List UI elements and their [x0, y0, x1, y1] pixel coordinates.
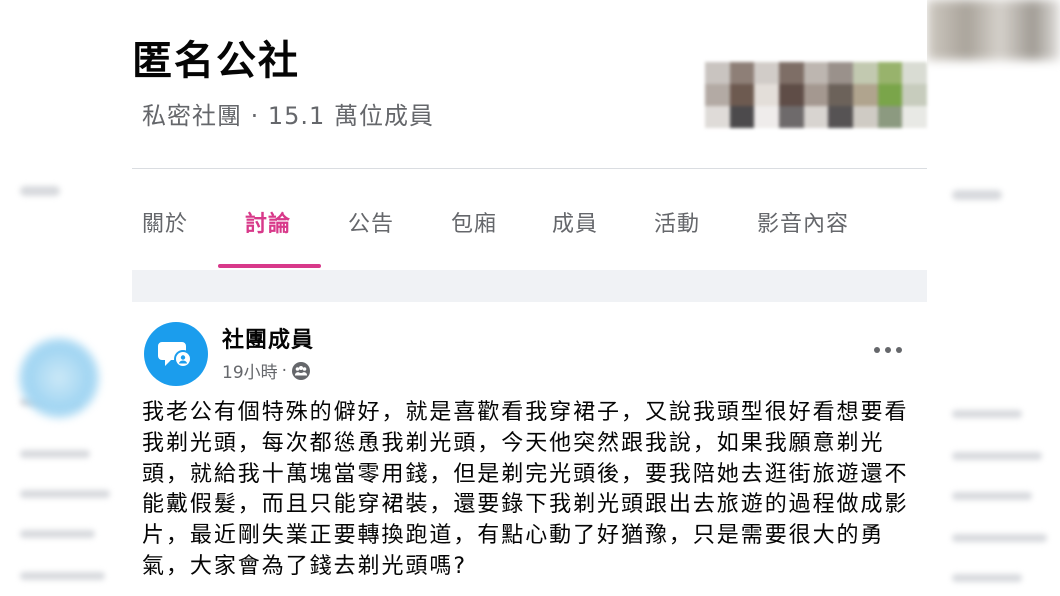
tab-rooms[interactable]: 包廂	[451, 206, 497, 238]
post-text: 我老公有個特殊的僻好，就是喜歡看我穿裙子，又說我頭型很好看想要看我剃光頭，每次都…	[142, 400, 909, 579]
header-divider	[132, 168, 927, 169]
blurred-cover-photo	[927, 0, 1060, 60]
member-avatars-pixelated[interactable]	[705, 62, 927, 128]
post-meta: 19小時 ·	[222, 358, 311, 383]
blurred-right-backdrop	[927, 0, 1060, 596]
blurred-left-backdrop	[0, 0, 132, 596]
more-options-button[interactable]	[871, 338, 905, 362]
feed-separator	[132, 270, 927, 302]
anonymous-member-glyph	[158, 342, 192, 368]
more-horizontal-icon	[874, 347, 902, 353]
blurred-avatar	[18, 337, 100, 419]
tab-members[interactable]: 成員	[552, 206, 598, 238]
screenshot-stage: 匿名公社 私密社團 · 15.1 萬位成員 關於 討論 公告 包廂 成員 活動 …	[0, 0, 1060, 596]
group-tabs: 關於 討論 公告 包廂 成員 活動 影音內容	[132, 170, 927, 270]
post-author[interactable]: 社團成員	[222, 322, 314, 354]
group-page-panel: 匿名公社 私密社團 · 15.1 萬位成員 關於 討論 公告 包廂 成員 活動 …	[132, 0, 927, 596]
tab-media[interactable]: 影音內容	[757, 206, 849, 238]
post-card: 社團成員 19小時 · 我老公有個特殊的僻好，就是喜歡看我穿裙子，又說我頭型很好…	[132, 302, 927, 596]
anonymous-member-icon[interactable]	[144, 322, 208, 386]
tab-discussion[interactable]: 討論	[245, 206, 291, 238]
active-tab-indicator	[218, 264, 321, 268]
post-time[interactable]: 19小時	[222, 358, 278, 383]
tab-about[interactable]: 關於	[142, 206, 188, 238]
group-members-icon	[292, 361, 311, 380]
tab-events[interactable]: 活動	[654, 206, 700, 238]
group-title[interactable]: 匿名公社	[132, 28, 300, 86]
group-meta: 私密社團 · 15.1 萬位成員	[142, 102, 434, 130]
meta-separator: ·	[281, 360, 288, 381]
tab-announcements[interactable]: 公告	[348, 206, 394, 238]
